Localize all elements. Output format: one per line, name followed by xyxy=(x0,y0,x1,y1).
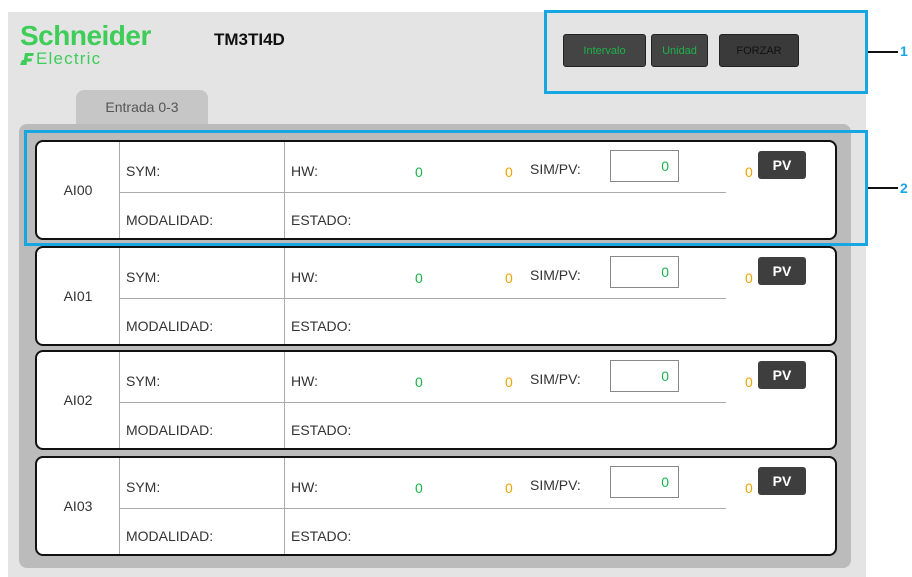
mode-label: MODALIDAD: xyxy=(126,318,214,334)
module-model: TM3TI4D xyxy=(214,30,285,49)
channel-name: AI01 xyxy=(37,248,120,344)
tab-input-0-3[interactable]: Entrada 0-3 xyxy=(76,90,208,124)
logo-brand: Schneider xyxy=(20,20,151,51)
sim-label: SIM/PV: xyxy=(530,371,581,387)
sim-input[interactable]: 0 xyxy=(610,360,679,392)
hw-value: 0 xyxy=(415,374,423,390)
channel-row-ai02: AI02 SYM: MODALIDAD: HW: ESTADO: 0 0 SIM… xyxy=(35,350,837,450)
overflow-value: 0 xyxy=(505,480,513,496)
sym-label: SYM: xyxy=(126,269,161,285)
mode-label: MODALIDAD: xyxy=(126,528,214,544)
divider xyxy=(120,402,726,403)
overflow-value: 0 xyxy=(505,374,513,390)
pv-value: 0 xyxy=(745,270,753,286)
schneider-mark-icon xyxy=(20,53,34,65)
divider xyxy=(284,352,285,448)
hw-value: 0 xyxy=(415,270,423,286)
sym-label: SYM: xyxy=(126,479,161,495)
status-label: ESTADO: xyxy=(291,528,352,544)
divider xyxy=(284,248,285,344)
divider xyxy=(120,508,726,509)
hw-label: HW: xyxy=(291,373,318,389)
sim-input[interactable]: 0 xyxy=(610,466,679,498)
sim-label: SIM/PV: xyxy=(530,477,581,493)
schneider-logo: Schneider Electric xyxy=(20,20,200,72)
callout-number-1: 1 xyxy=(900,43,908,59)
pv-button[interactable]: PV xyxy=(758,257,806,285)
callout-line-2 xyxy=(868,187,898,189)
channel-row-ai03: AI03 SYM: MODALIDAD: HW: ESTADO: 0 0 SIM… xyxy=(35,456,837,556)
pv-value: 0 xyxy=(745,480,753,496)
channel-name: AI02 xyxy=(37,352,120,448)
pv-button[interactable]: PV xyxy=(758,467,806,495)
sim-input[interactable]: 0 xyxy=(610,256,679,288)
status-label: ESTADO: xyxy=(291,318,352,334)
status-label: ESTADO: xyxy=(291,422,352,438)
overflow-value: 0 xyxy=(505,270,513,286)
hw-label: HW: xyxy=(291,479,318,495)
callout-box-1 xyxy=(544,10,868,94)
pv-value: 0 xyxy=(745,374,753,390)
hw-value: 0 xyxy=(415,480,423,496)
logo-sub: Electric xyxy=(36,49,102,68)
callout-number-2: 2 xyxy=(900,180,908,196)
hw-label: HW: xyxy=(291,269,318,285)
pv-button[interactable]: PV xyxy=(758,361,806,389)
divider xyxy=(120,298,726,299)
sym-label: SYM: xyxy=(126,373,161,389)
channel-name: AI03 xyxy=(37,458,120,554)
callout-box-2 xyxy=(24,130,868,246)
channel-row-ai01: AI01 SYM: MODALIDAD: HW: ESTADO: 0 0 SIM… xyxy=(35,246,837,346)
callout-line-1 xyxy=(868,51,898,53)
sim-label: SIM/PV: xyxy=(530,267,581,283)
mode-label: MODALIDAD: xyxy=(126,422,214,438)
divider xyxy=(284,458,285,554)
